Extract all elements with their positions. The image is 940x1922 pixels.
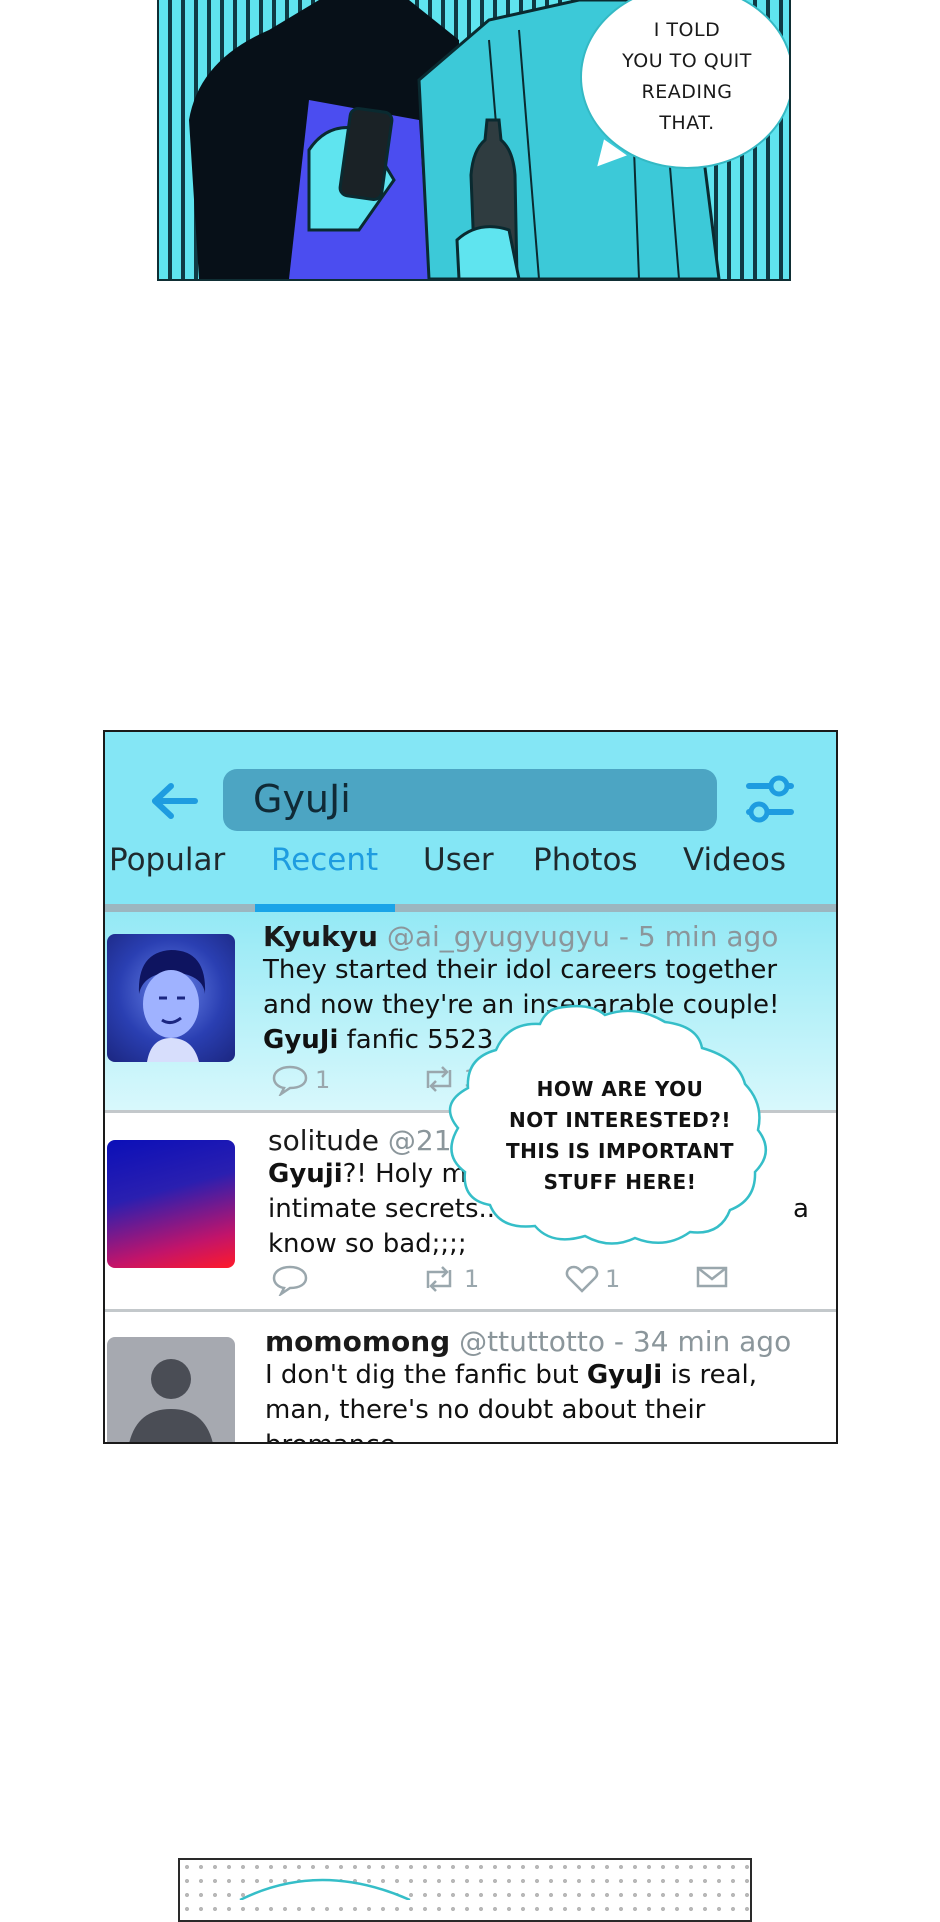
tweet-username[interactable]: Kyukyu bbox=[263, 920, 378, 953]
reply-button[interactable]: 1 bbox=[271, 1064, 330, 1096]
retweet-icon bbox=[426, 1266, 452, 1292]
filter-settings-icon[interactable] bbox=[745, 772, 795, 827]
retweet-button[interactable]: 1 bbox=[420, 1264, 479, 1294]
tab-underline-track bbox=[105, 904, 836, 912]
shout-bubble-text: HOW ARE YOU NOT INTERESTED?! THIS IS IMP… bbox=[506, 1077, 734, 1194]
reply-button[interactable] bbox=[271, 1264, 309, 1296]
tweet-actions: 1 1 bbox=[265, 1264, 785, 1300]
keyword-highlight: Gyuji bbox=[268, 1159, 343, 1189]
bubble-edge bbox=[239, 1878, 411, 1900]
tweet-username[interactable]: solitude bbox=[268, 1124, 379, 1157]
tab-videos[interactable]: Videos bbox=[683, 842, 786, 878]
keyword-highlight: GyuJi bbox=[263, 1025, 339, 1055]
back-arrow-icon[interactable] bbox=[145, 780, 201, 822]
avatar[interactable] bbox=[107, 934, 235, 1062]
keyword-highlight: GyuJi bbox=[586, 1360, 663, 1390]
default-avatar-icon bbox=[129, 1359, 213, 1442]
avatar[interactable] bbox=[107, 1337, 235, 1442]
heart-icon bbox=[565, 1265, 599, 1293]
comic-panel-top: I TOLD YOU TO QUIT READING THAT. bbox=[157, 0, 791, 281]
tweet-handle-time: @ttuttotto - 34 min ago bbox=[459, 1325, 792, 1358]
retweet-count: 1 bbox=[464, 1265, 480, 1293]
tweet-body: momomong @ttuttotto - 34 min ago I don't… bbox=[265, 1325, 825, 1442]
reply-icon bbox=[272, 1265, 308, 1296]
like-count: 1 bbox=[605, 1265, 621, 1293]
comic-panel-bottom bbox=[178, 1858, 752, 1922]
envelope-icon bbox=[696, 1266, 728, 1288]
message-button[interactable] bbox=[695, 1264, 729, 1290]
search-header: GyuJi Popular Recent User Photos Videos bbox=[105, 732, 836, 912]
avatar-portrait bbox=[138, 950, 206, 1062]
tab-recent[interactable]: Recent bbox=[271, 842, 378, 878]
tab-active-indicator bbox=[255, 904, 395, 912]
tweet-username[interactable]: momomong bbox=[265, 1325, 450, 1358]
reply-count: 1 bbox=[315, 1066, 331, 1094]
tweet-header: Kyukyu @ai_gyugyugyu - 5 min ago bbox=[263, 920, 823, 953]
search-query: GyuJi bbox=[253, 777, 351, 821]
tweet-header: momomong @ttuttotto - 34 min ago bbox=[265, 1325, 825, 1358]
tab-photos[interactable]: Photos bbox=[533, 842, 638, 878]
like-button[interactable]: 1 bbox=[565, 1264, 620, 1294]
speech-bubble-text: I TOLD YOU TO QUIT READING THAT. bbox=[622, 19, 752, 134]
tweet-divider bbox=[105, 1309, 836, 1312]
tab-popular[interactable]: Popular bbox=[109, 842, 225, 878]
tweet-text: I don't dig the fanfic but GyuJi is real… bbox=[265, 1360, 758, 1442]
tweet-item[interactable]: momomong @ttuttotto - 34 min ago I don't… bbox=[105, 1317, 836, 1442]
search-input[interactable]: GyuJi bbox=[223, 769, 717, 831]
tweet-handle-time: @ai_gyugyugyu - 5 min ago bbox=[386, 920, 779, 953]
tab-user[interactable]: User bbox=[423, 842, 494, 878]
reply-icon bbox=[272, 1065, 308, 1096]
avatar[interactable] bbox=[107, 1140, 235, 1268]
tab-bar: Popular Recent User Photos Videos bbox=[105, 842, 836, 904]
